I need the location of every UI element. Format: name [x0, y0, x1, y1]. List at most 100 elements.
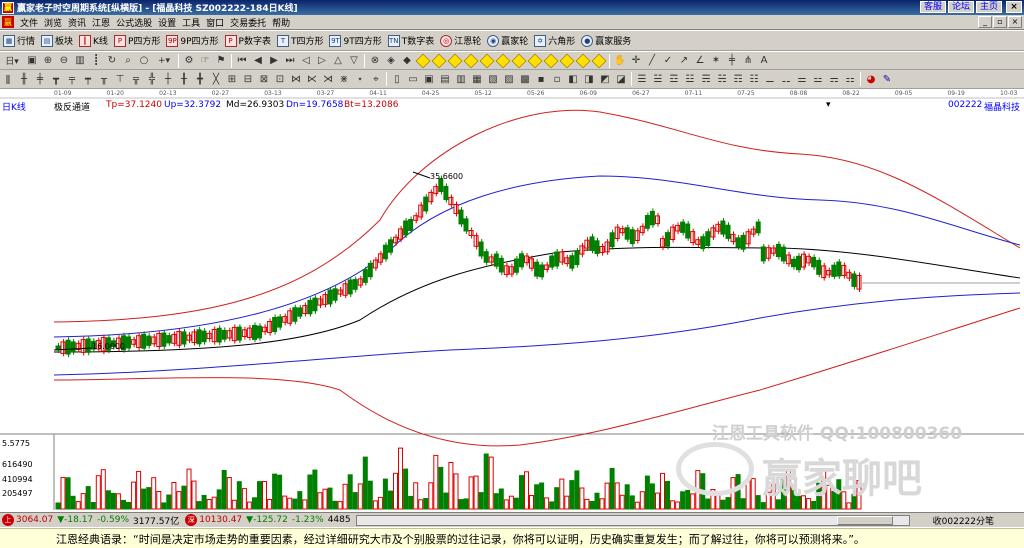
gann-tool-37-icon[interactable]: ◨: [582, 72, 596, 86]
gann-tool-39-icon[interactable]: ◪: [614, 72, 628, 86]
gann-tool-53-icon[interactable]: ⚏: [843, 72, 857, 86]
restore-button[interactable]: ▫: [993, 16, 1007, 28]
mark-icon[interactable]: ◆: [400, 54, 414, 68]
gann-tool-43-icon[interactable]: ☳: [683, 72, 697, 86]
zoom-in-icon[interactable]: ⊕: [41, 54, 55, 68]
color-wheel-icon[interactable]: ◕: [864, 72, 878, 86]
gann-tool-31-icon[interactable]: ▧: [486, 72, 500, 86]
gann-tool-21-icon[interactable]: ⋊: [321, 72, 335, 86]
gann-tool-44-icon[interactable]: ☴: [699, 72, 713, 86]
angle-icon[interactable]: ∠: [693, 54, 707, 68]
gann-tool-35-icon[interactable]: ▫: [550, 72, 564, 86]
star-icon[interactable]: ✶: [709, 54, 723, 68]
gann-tool-32-icon[interactable]: ▨: [502, 72, 516, 86]
menu-trade[interactable]: 交易委托: [227, 16, 269, 29]
menu-settings[interactable]: 设置: [155, 16, 179, 29]
gann-tool-49-icon[interactable]: ⚋: [779, 72, 793, 86]
hexagon-button[interactable]: ✡ 六角形: [531, 33, 578, 49]
gann-tool-15-icon[interactable]: ⊞: [225, 72, 239, 86]
day-period-dropdown[interactable]: 日▾: [1, 54, 23, 68]
tick-detail-label[interactable]: 收002222分笔: [933, 514, 994, 527]
diamond-11-icon[interactable]: [575, 53, 591, 68]
right-arrow-icon[interactable]: ▷: [315, 54, 329, 68]
winner-service-button[interactable]: ● 赢家服务: [578, 33, 634, 49]
layout-icon[interactable]: ▣: [25, 54, 39, 68]
gann-tool-2-icon[interactable]: ╫: [17, 72, 31, 86]
gann-tool-22-icon[interactable]: ⋇: [337, 72, 351, 86]
tool-menu-icon[interactable]: ✎: [880, 72, 894, 86]
gann-tool-51-icon[interactable]: ⚍: [811, 72, 825, 86]
menu-formula[interactable]: 公式选股: [113, 16, 155, 29]
menu-file[interactable]: 文件: [17, 16, 41, 29]
menu-gann[interactable]: 江恩: [89, 16, 113, 29]
minimize-button[interactable]: _: [978, 16, 992, 28]
gann-tool-45-icon[interactable]: ☵: [715, 72, 729, 86]
line-icon[interactable]: ╱: [645, 54, 659, 68]
diamond-4-icon[interactable]: [463, 53, 479, 68]
gann-tool-12-icon[interactable]: ╂: [177, 72, 191, 86]
gann-tool-33-icon[interactable]: ▩: [518, 72, 532, 86]
customer-service-link[interactable]: 客服: [919, 1, 946, 13]
diamond-3-icon[interactable]: [447, 53, 463, 68]
gann-tool-30-icon[interactable]: ▦: [470, 72, 484, 86]
next-icon[interactable]: ▶: [267, 54, 281, 68]
gann-tool-16-icon[interactable]: ⊟: [241, 72, 255, 86]
gann-tool-20-icon[interactable]: ⋉: [305, 72, 319, 86]
gann-tool-42-icon[interactable]: ☲: [667, 72, 681, 86]
homepage-link[interactable]: 主页: [975, 1, 1002, 13]
refresh-icon[interactable]: ↻: [105, 54, 119, 68]
circle-icon[interactable]: ○: [137, 54, 151, 68]
kline-chart-window[interactable]: 01-09 01-20 02-13 02-27 03-13 03-27 04-11 04-25…: [0, 90, 1024, 512]
gann-tool-52-icon[interactable]: ⚎: [827, 72, 841, 86]
gann-tool-4-icon[interactable]: ┳: [49, 72, 63, 86]
diamond-12-icon[interactable]: [591, 53, 607, 68]
gann-tool-6-icon[interactable]: ┯: [81, 72, 95, 86]
gann-tool-23-icon[interactable]: ⋆: [353, 72, 367, 86]
p-square-button[interactable]: P P四方形: [111, 33, 163, 49]
gann-tool-40-icon[interactable]: ☰: [635, 72, 649, 86]
menu-browse[interactable]: 浏览: [41, 16, 65, 29]
up-arrow-icon[interactable]: △: [331, 54, 345, 68]
target-icon[interactable]: ⊗: [368, 54, 382, 68]
pointer-icon[interactable]: ☞: [198, 54, 212, 68]
kline-button[interactable]: ┃ K线: [76, 33, 111, 49]
9t-square-button[interactable]: 9T 9T四方形: [326, 33, 384, 49]
gann-tool-19-icon[interactable]: ⋈: [289, 72, 303, 86]
forum-link[interactable]: 论坛: [947, 1, 974, 13]
gann-tool-34-icon[interactable]: ▪: [534, 72, 548, 86]
check-icon[interactable]: ✓: [661, 54, 675, 68]
gann-tool-38-icon[interactable]: ◩: [598, 72, 612, 86]
gann-tool-3-icon[interactable]: ╪: [33, 72, 47, 86]
last-icon[interactable]: ⏭: [283, 54, 297, 68]
gann-tool-50-icon[interactable]: ⚌: [795, 72, 809, 86]
menu-help[interactable]: 帮助: [269, 16, 293, 29]
diamond-9-icon[interactable]: [543, 53, 559, 68]
diamond-10-icon[interactable]: [559, 53, 575, 68]
hand-icon[interactable]: ✋: [613, 54, 627, 68]
cross-icon[interactable]: +▾: [153, 54, 175, 68]
close-window-button[interactable]: ×: [1006, 1, 1022, 13]
left-arrow-icon[interactable]: ◁: [299, 54, 313, 68]
gann-tool-47-icon[interactable]: ☷: [747, 72, 761, 86]
9p-square-button[interactable]: 9P 9P四方形: [163, 33, 221, 49]
diamond-1-icon[interactable]: [415, 53, 431, 68]
crosshair-icon[interactable]: ✛: [629, 54, 643, 68]
gann-tool-26-icon[interactable]: ▭: [406, 72, 420, 86]
search-icon[interactable]: ⌕: [121, 54, 135, 68]
flag-icon[interactable]: ⚑: [214, 54, 228, 68]
down-arrow-icon[interactable]: ▽: [347, 54, 361, 68]
menu-info[interactable]: 资讯: [65, 16, 89, 29]
prev-icon[interactable]: ◀: [251, 54, 265, 68]
diamond-2-icon[interactable]: [431, 53, 447, 68]
gann-wheel-button[interactable]: ◎ 江恩轮: [437, 33, 484, 49]
scrollbar-thumb[interactable]: [837, 516, 893, 525]
candle-icon[interactable]: ┋: [89, 54, 103, 68]
gann-tool-9-icon[interactable]: ╦: [129, 72, 143, 86]
gann-tool-13-icon[interactable]: ╋: [193, 72, 207, 86]
gann-tool-18-icon[interactable]: ⊡: [273, 72, 287, 86]
fan-icon[interactable]: ⋔: [741, 54, 755, 68]
gann-tool-24-icon[interactable]: ⌖: [369, 72, 383, 86]
gann-tool-7-icon[interactable]: ╥: [97, 72, 111, 86]
gann-tool-36-icon[interactable]: ◧: [566, 72, 580, 86]
p-table-button[interactable]: P P数字表: [222, 33, 274, 49]
